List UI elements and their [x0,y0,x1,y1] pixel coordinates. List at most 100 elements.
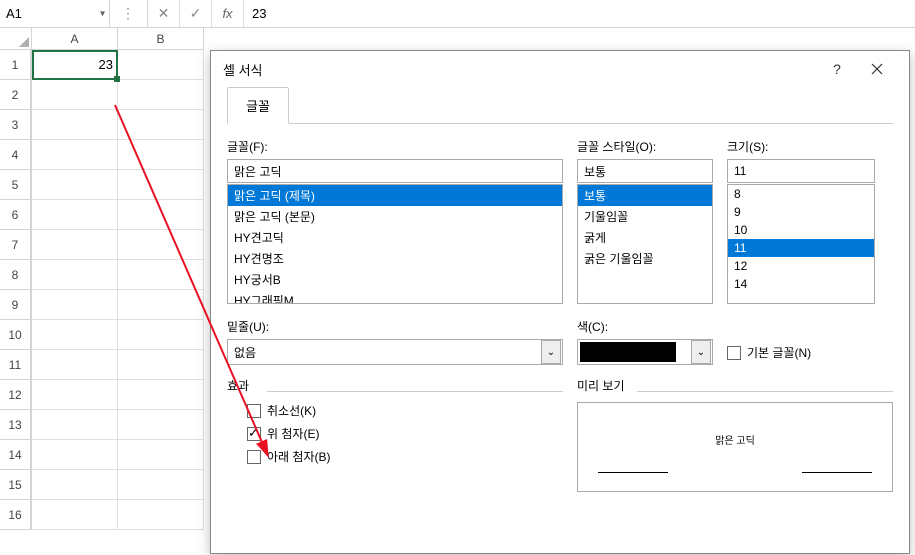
cell[interactable] [32,110,118,140]
checkbox-icon [727,346,741,360]
dialog-titlebar[interactable]: 셀 서식 ? [211,51,909,87]
preview-box: 맑은 고딕 [577,402,893,492]
row-header[interactable]: 5 [0,170,31,200]
cell[interactable] [32,230,118,260]
cell[interactable] [118,230,204,260]
cell-a1[interactable]: 23 [32,50,118,80]
cell[interactable] [118,350,204,380]
cell[interactable] [32,500,118,530]
row-header[interactable]: 12 [0,380,31,410]
cell[interactable] [118,290,204,320]
font-listbox[interactable]: 맑은 고딕 (제목) 맑은 고딕 (본문) HY견고딕 HY견명조 HY궁서B … [227,184,563,304]
color-select[interactable]: ⌄ [577,339,713,365]
cancel-icon[interactable]: ✕ [148,0,180,27]
formula-input[interactable]: 23 [244,0,915,27]
list-item[interactable]: HY그래픽M [228,290,562,304]
list-item[interactable]: 9 [728,203,874,221]
cell[interactable] [32,470,118,500]
list-item[interactable]: 굵은 기울임꼴 [578,248,712,269]
cell[interactable] [118,140,204,170]
subscript-checkbox[interactable]: 아래 첨자(B) [247,448,563,465]
cell[interactable] [32,440,118,470]
row-header[interactable]: 10 [0,320,31,350]
chevron-down-icon[interactable]: ▾ [100,8,105,19]
cell[interactable] [118,170,204,200]
fx-icon[interactable]: fx [212,0,244,27]
cell[interactable] [118,110,204,140]
default-font-checkbox[interactable]: 기본 글꼴(N) [727,340,811,365]
formula-bar-options[interactable]: ⋮ [110,0,148,27]
row-header[interactable]: 11 [0,350,31,380]
list-item[interactable]: 10 [728,221,874,239]
size-listbox[interactable]: 8 9 10 11 12 14 [727,184,875,304]
enter-icon[interactable]: ✓ [180,0,212,27]
strikethrough-checkbox[interactable]: 취소선(K) [247,402,563,419]
underline-label: 밑줄(U): [227,318,563,335]
chevron-down-icon[interactable]: ⌄ [691,340,711,364]
row-header[interactable]: 16 [0,500,31,530]
cell[interactable] [32,290,118,320]
row-header[interactable]: 1 [0,50,31,80]
cell[interactable] [32,140,118,170]
help-icon[interactable]: ? [817,51,857,87]
cell[interactable] [118,500,204,530]
cell[interactable] [32,200,118,230]
cell[interactable] [118,50,204,80]
cell[interactable] [118,80,204,110]
fill-handle[interactable] [114,76,120,82]
list-item[interactable]: HY궁서B [228,269,562,290]
list-item[interactable]: 8 [728,185,874,203]
cell[interactable] [118,260,204,290]
cell[interactable] [118,440,204,470]
underline-select[interactable]: 없음 ⌄ [227,339,563,365]
cell[interactable] [32,260,118,290]
column-header[interactable]: B [118,28,204,49]
chevron-down-icon[interactable]: ⌄ [541,340,561,364]
row-header[interactable]: 15 [0,470,31,500]
list-item[interactable]: 보통 [578,185,712,206]
row-header[interactable]: 13 [0,410,31,440]
font-input[interactable] [227,159,563,183]
row-header[interactable]: 3 [0,110,31,140]
row-header[interactable]: 9 [0,290,31,320]
row-header[interactable]: 6 [0,200,31,230]
list-item[interactable]: 14 [728,275,874,293]
list-item[interactable]: HY견명조 [228,248,562,269]
cell[interactable] [118,380,204,410]
close-icon[interactable] [857,51,897,87]
style-listbox[interactable]: 보통 기울임꼴 굵게 굵은 기울임꼴 [577,184,713,304]
size-input[interactable] [727,159,875,183]
tab-font[interactable]: 글꼴 [227,87,289,124]
column-header[interactable]: A [32,28,118,49]
list-item[interactable]: 맑은 고딕 (본문) [228,206,562,227]
cell[interactable] [32,410,118,440]
superscript-checkbox[interactable]: 위 첨자(E) [247,425,563,442]
cell[interactable] [32,320,118,350]
cell[interactable] [118,200,204,230]
list-item[interactable]: 11 [728,239,874,257]
select-all-corner[interactable] [0,28,32,50]
list-item[interactable]: 굵게 [578,227,712,248]
cell[interactable] [32,80,118,110]
name-box[interactable]: ▾ [0,0,110,27]
row-header[interactable]: 7 [0,230,31,260]
font-label: 글꼴(F): [227,138,563,155]
row-header[interactable]: 4 [0,140,31,170]
cell[interactable] [32,350,118,380]
row-header[interactable]: 8 [0,260,31,290]
row-header[interactable]: 2 [0,80,31,110]
list-item[interactable]: HY견고딕 [228,227,562,248]
list-item[interactable]: 기울임꼴 [578,206,712,227]
list-item[interactable]: 맑은 고딕 (제목) [228,185,562,206]
row-header[interactable]: 14 [0,440,31,470]
name-box-input[interactable] [6,6,86,21]
cell[interactable] [118,410,204,440]
list-item[interactable]: 12 [728,257,874,275]
style-input[interactable] [577,159,713,183]
cell[interactable] [32,380,118,410]
cell[interactable] [118,470,204,500]
cell[interactable] [118,320,204,350]
dialog-tabs: 글꼴 [227,87,893,124]
color-swatch [580,342,676,362]
cell[interactable] [32,170,118,200]
